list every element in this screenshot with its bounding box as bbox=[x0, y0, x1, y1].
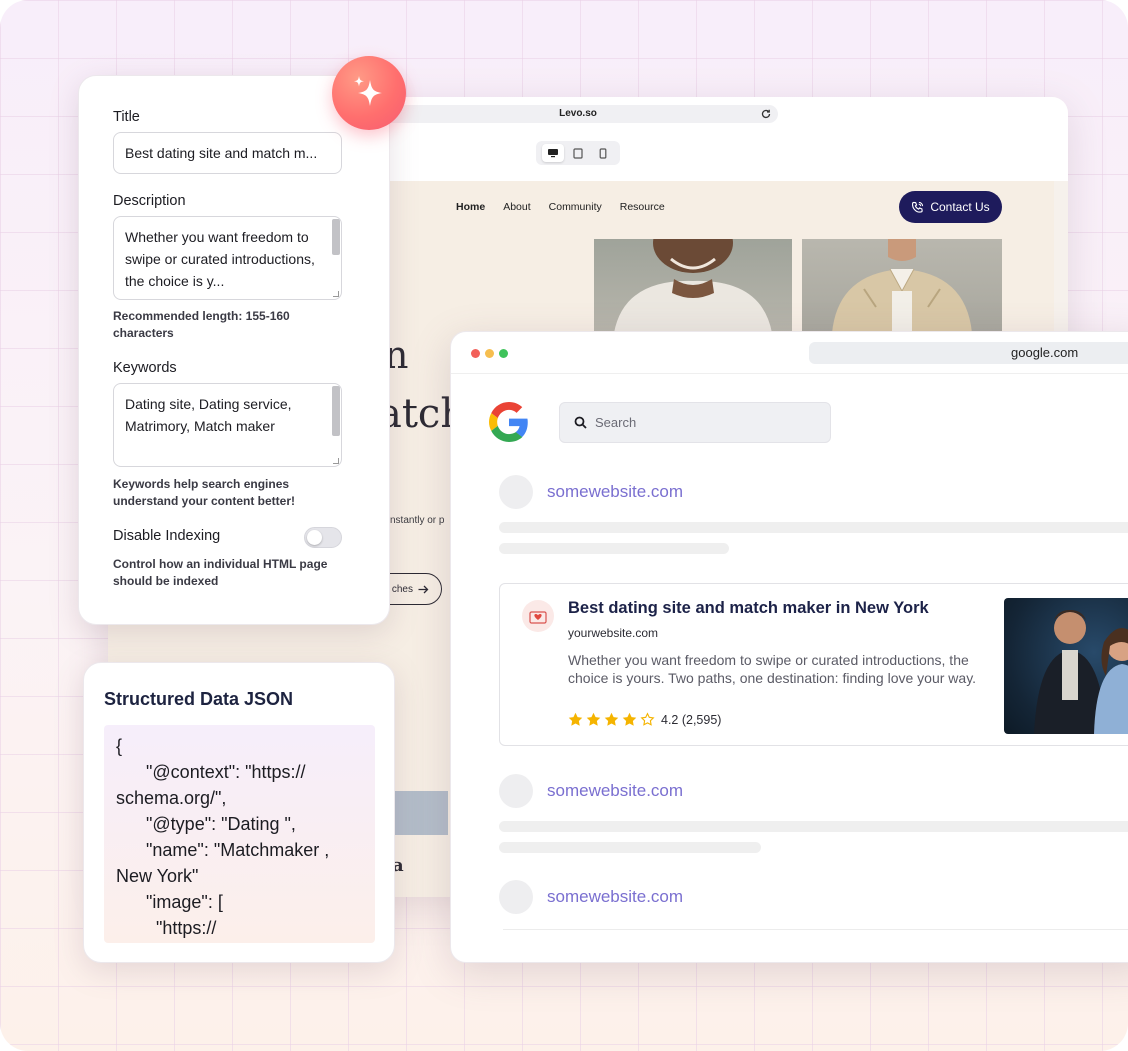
nav-resource[interactable]: Resource bbox=[620, 201, 665, 213]
maximize-dot-icon[interactable] bbox=[499, 349, 508, 358]
result-title[interactable]: Best dating site and match maker in New … bbox=[568, 599, 929, 618]
nav-home[interactable]: Home bbox=[456, 201, 485, 213]
description-textarea[interactable]: Whether you want freedom to swipe or cur… bbox=[113, 216, 342, 300]
result-thumbnail-couple bbox=[1004, 598, 1128, 734]
placeholder-line bbox=[499, 543, 729, 554]
minimize-dot-icon[interactable] bbox=[485, 349, 494, 358]
search-icon bbox=[574, 416, 587, 429]
hero-body-fragment: nstantly or p bbox=[390, 515, 445, 526]
phone-icon bbox=[912, 201, 924, 213]
star-filled-icon bbox=[604, 712, 619, 726]
search-placeholder: Search bbox=[595, 415, 637, 430]
favicon-placeholder bbox=[499, 774, 533, 808]
rating-stars: 4.2 (2,595) bbox=[568, 712, 721, 727]
sparkle-icon bbox=[354, 76, 382, 106]
tablet-view-button[interactable] bbox=[567, 144, 589, 162]
keywords-textarea[interactable]: Dating site, Dating service, Matrimory, … bbox=[113, 383, 342, 467]
disable-indexing-toggle[interactable] bbox=[304, 527, 342, 548]
nav-community[interactable]: Community bbox=[549, 201, 602, 213]
rating-text: 4.2 (2,595) bbox=[661, 712, 722, 727]
star-outline-icon bbox=[640, 712, 655, 726]
toggle-knob bbox=[307, 530, 322, 545]
placeholder-result-link[interactable]: somewebsite.com bbox=[547, 482, 683, 502]
desktop-icon bbox=[547, 149, 558, 158]
close-dot-icon[interactable] bbox=[471, 349, 480, 358]
star-filled-icon bbox=[568, 712, 583, 726]
google-logo-icon bbox=[489, 402, 528, 442]
mobile-view-button[interactable] bbox=[592, 144, 614, 162]
ai-sparkle-button[interactable] bbox=[332, 56, 406, 130]
indexing-helper: Control how an individual HTML page shou… bbox=[113, 557, 328, 588]
hero-photo-man bbox=[802, 239, 1002, 333]
description-label: Description bbox=[113, 193, 186, 209]
nav-about[interactable]: About bbox=[503, 201, 530, 213]
description-scrollbar[interactable] bbox=[332, 219, 340, 255]
featured-search-result[interactable]: Best dating site and match maker in New … bbox=[499, 583, 1128, 746]
placeholder-line bbox=[499, 821, 1128, 832]
hero-cta-label: ches bbox=[391, 583, 413, 595]
result-description: Whether you want freedom to swipe or cur… bbox=[568, 652, 977, 686]
canvas: Levo.so Home About Community Resource Co… bbox=[0, 0, 1128, 1051]
star-filled-icon bbox=[622, 712, 637, 726]
desktop-view-button[interactable] bbox=[541, 144, 564, 162]
title-label: Title bbox=[113, 109, 140, 125]
placeholder-line bbox=[499, 842, 761, 853]
keywords-text: Dating site, Dating service, Matrimory, … bbox=[125, 396, 292, 434]
title-input[interactable]: Best dating site and match m... bbox=[113, 132, 342, 174]
result-url: yourwebsite.com bbox=[568, 626, 659, 640]
seo-settings-panel: Title Best dating site and match m... De… bbox=[78, 75, 390, 625]
google-toolbar: google.com bbox=[451, 332, 1128, 374]
favicon-placeholder bbox=[499, 475, 533, 509]
placeholder-line bbox=[499, 522, 1128, 533]
placeholder-result-link[interactable]: somewebsite.com bbox=[547, 781, 683, 801]
description-helper: Recommended length: 155-160 characters bbox=[113, 309, 290, 340]
disable-indexing-label: Disable Indexing bbox=[113, 528, 221, 544]
resize-handle-icon[interactable] bbox=[333, 291, 339, 297]
divider bbox=[503, 929, 1128, 930]
keywords-helper: Keywords help search engines understand … bbox=[113, 477, 296, 508]
levo-address-text: Levo.so bbox=[559, 108, 597, 119]
reload-icon[interactable] bbox=[760, 108, 772, 120]
keywords-scrollbar[interactable] bbox=[332, 386, 340, 436]
heart-favicon-icon bbox=[522, 600, 554, 632]
json-panel-title: Structured Data JSON bbox=[104, 689, 294, 709]
levo-address-bar[interactable]: Levo.so bbox=[378, 105, 778, 123]
json-code-block[interactable]: { "@context": "https:// schema.org/", "@… bbox=[104, 725, 375, 943]
arrow-right-icon bbox=[418, 585, 429, 593]
star-filled-icon bbox=[586, 712, 601, 726]
google-search-input[interactable]: Search bbox=[559, 402, 831, 443]
tablet-icon bbox=[573, 147, 583, 159]
resize-handle-icon[interactable] bbox=[333, 458, 339, 464]
hero-photo-woman bbox=[594, 239, 792, 333]
contact-us-label: Contact Us bbox=[930, 200, 990, 214]
device-toggle bbox=[536, 141, 620, 165]
keywords-label: Keywords bbox=[113, 360, 177, 376]
google-address-bar[interactable]: google.com bbox=[809, 342, 1128, 364]
contact-us-button[interactable]: Contact Us bbox=[899, 191, 1002, 223]
google-preview-window: google.com Search somewebsite.com Best d… bbox=[450, 331, 1128, 963]
site-nav: Home About Community Resource bbox=[456, 201, 665, 213]
description-text: Whether you want freedom to swipe or cur… bbox=[125, 229, 315, 289]
mobile-icon bbox=[599, 147, 607, 159]
structured-data-panel: Structured Data JSON { "@context": "http… bbox=[83, 662, 395, 963]
placeholder-result-link[interactable]: somewebsite.com bbox=[547, 887, 683, 907]
favicon-placeholder bbox=[499, 880, 533, 914]
